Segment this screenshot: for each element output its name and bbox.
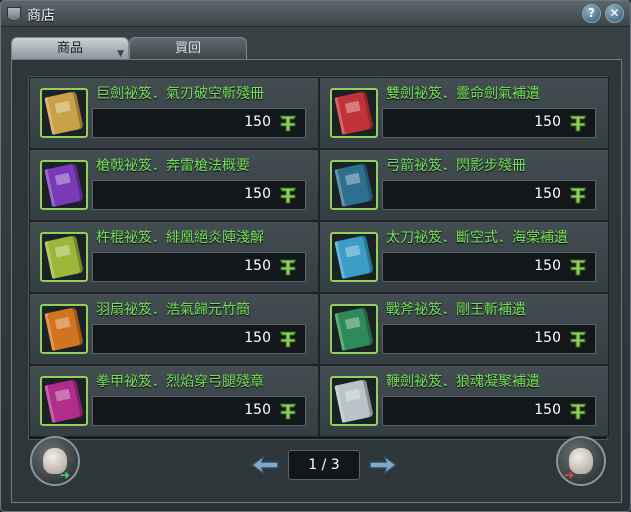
page-indicator: 1 / 3 [288,450,360,480]
jade-coin-icon [569,187,587,204]
book-icon[interactable] [330,160,378,210]
jade-coin-icon [569,259,587,276]
price-box: 150 [382,252,596,282]
jade-coin-icon [279,403,297,420]
bag-in-button[interactable]: ➜ [30,436,80,486]
title-bar[interactable]: 商店 ? ✕ [1,1,630,27]
item-slot[interactable]: 弓箭祕笈．閃影步殘冊 150 [319,149,609,221]
book-icon[interactable] [40,160,88,210]
pagination: 1 / 3 [244,448,404,482]
tab-buyback[interactable]: 買回 [129,37,247,59]
book-icon[interactable] [40,88,88,138]
item-price: 150 [244,186,271,202]
price-box: 150 [382,108,596,138]
item-price: 150 [244,330,271,346]
chevron-left-icon[interactable] [250,453,280,477]
item-slot[interactable]: 雙劍祕笈．靈命劍氣補遺 150 [319,77,609,149]
item-price: 150 [534,114,561,130]
item-name: 鞭劍祕笈．狼魂凝聚補遺 [386,374,540,390]
book-icon[interactable] [330,304,378,354]
item-slot[interactable]: 拳甲祕笈．烈焰穿弓腿殘章 150 [29,365,319,437]
price-box: 150 [92,324,306,354]
item-grid: 巨劍祕笈．氣刃破空斬殘冊 150 雙劍祕笈．靈命劍氣補遺 150 槍戟祕笈．奔雷… [28,76,609,440]
help-button[interactable]: ? [582,4,601,23]
item-name: 杵棍祕笈．緋凰絕炎陣淺解 [96,230,264,246]
shield-icon [7,7,21,21]
jade-coin-icon [279,187,297,204]
jade-coin-icon [569,331,587,348]
arrow-left-icon: ➜ [564,468,575,482]
book-icon[interactable] [330,88,378,138]
arrow-right-icon: ➜ [60,468,71,482]
close-button[interactable]: ✕ [605,4,624,23]
book-icon[interactable] [40,376,88,426]
item-slot[interactable]: 巨劍祕笈．氣刃破空斬殘冊 150 [29,77,319,149]
bag-out-button[interactable]: ➜ [556,436,606,486]
item-price: 150 [534,402,561,418]
book-icon[interactable] [330,232,378,282]
jade-coin-icon [569,403,587,420]
item-name: 太刀祕笈．斷空式．海棠補遺 [386,230,568,246]
item-name: 雙劍祕笈．靈命劍氣補遺 [386,86,540,102]
price-box: 150 [92,396,306,426]
book-icon[interactable] [40,304,88,354]
price-box: 150 [382,324,596,354]
item-name: 拳甲祕笈．烈焰穿弓腿殘章 [96,374,264,390]
jade-coin-icon [279,115,297,132]
chevron-right-icon[interactable] [368,453,398,477]
shop-panel: 巨劍祕笈．氣刃破空斬殘冊 150 雙劍祕笈．靈命劍氣補遺 150 槍戟祕笈．奔雷… [11,59,622,503]
item-price: 150 [534,330,561,346]
item-price: 150 [244,402,271,418]
item-name: 戰斧祕笈．剛王斬補遺 [386,302,526,318]
price-box: 150 [92,252,306,282]
item-slot[interactable]: 杵棍祕笈．緋凰絕炎陣淺解 150 [29,221,319,293]
item-name: 弓箭祕笈．閃影步殘冊 [386,158,526,174]
item-slot[interactable]: 羽扇祕笈．浩氣歸元竹簡 150 [29,293,319,365]
item-slot[interactable]: 太刀祕笈．斷空式．海棠補遺 150 [319,221,609,293]
tab-buyback-label: 買回 [174,41,201,56]
book-icon[interactable] [40,232,88,282]
price-box: 150 [92,108,306,138]
item-name: 槍戟祕笈．奔雷槍法概要 [96,158,250,174]
jade-coin-icon [279,259,297,276]
price-box: 150 [92,180,306,210]
item-slot[interactable]: 槍戟祕笈．奔雷槍法概要 150 [29,149,319,221]
jade-coin-icon [569,115,587,132]
shop-window: 商店 ? ✕ 商品 ▼ 買回 巨劍祕笈．氣刃破空斬殘冊 150 雙劍祕笈．靈命劍… [0,0,631,512]
price-box: 150 [382,396,596,426]
item-name: 巨劍祕笈．氣刃破空斬殘冊 [96,86,264,102]
tab-goods-label: 商品 [56,41,83,56]
jade-coin-icon [279,331,297,348]
item-price: 150 [534,258,561,274]
item-price: 150 [534,186,561,202]
item-price: 150 [244,258,271,274]
item-price: 150 [244,114,271,130]
book-icon[interactable] [330,376,378,426]
item-name: 羽扇祕笈．浩氣歸元竹簡 [96,302,250,318]
item-slot[interactable]: 戰斧祕笈．剛王斬補遺 150 [319,293,609,365]
window-title: 商店 [27,8,55,24]
price-box: 150 [382,180,596,210]
item-slot[interactable]: 鞭劍祕笈．狼魂凝聚補遺 150 [319,365,609,437]
tab-goods[interactable]: 商品 ▼ [11,37,129,59]
